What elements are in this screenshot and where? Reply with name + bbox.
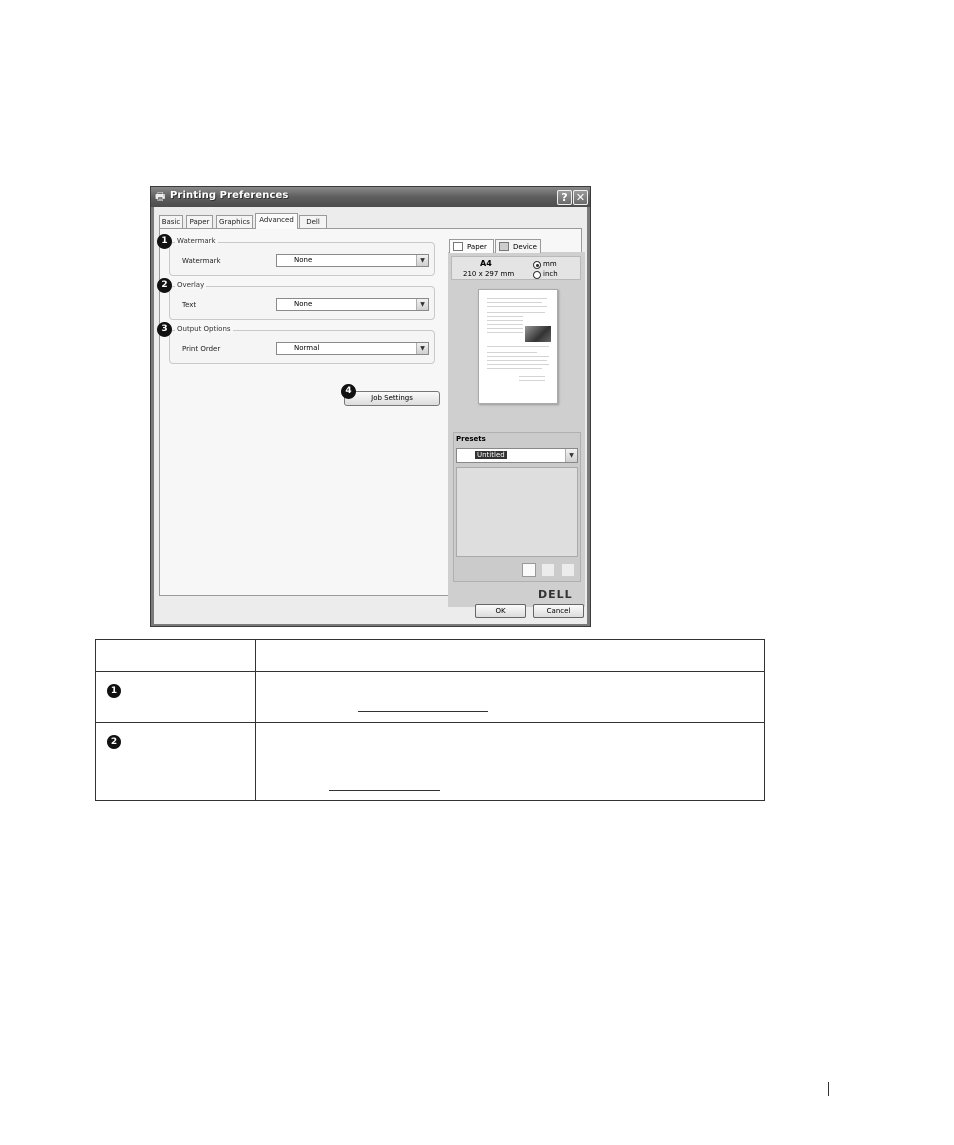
preview-line	[487, 332, 523, 333]
preview-line	[519, 376, 545, 377]
mm-radio-label: mm	[543, 260, 557, 268]
printer-device-icon	[499, 242, 509, 251]
job-settings-button[interactable]: Job Settings	[344, 391, 440, 406]
tab-device-preview[interactable]: Device	[495, 239, 541, 253]
paper-dimensions: 210 x 297 mm	[463, 270, 515, 278]
ok-button[interactable]: OK	[475, 604, 526, 618]
chevron-down-icon[interactable]: ▼	[416, 255, 428, 266]
tab-paper[interactable]: Paper	[186, 215, 213, 228]
presets-description-box	[456, 467, 578, 557]
mm-radio[interactable]	[533, 261, 541, 269]
table-column-divider	[255, 640, 256, 800]
callout-3: 3	[157, 322, 172, 337]
preview-line	[487, 352, 537, 353]
tab-advanced[interactable]: Advanced	[255, 213, 298, 229]
description-table: 1 2	[95, 639, 765, 801]
paper-info-box: A4 210 x 297 mm mm inch	[451, 256, 581, 280]
device-tab-label: Device	[513, 243, 537, 251]
table-row-divider	[96, 671, 764, 672]
watermark-select[interactable]: None ▼	[276, 254, 429, 267]
advanced-tab-panel: 1 Watermark Watermark None ▼ 2 Overlay T…	[157, 228, 585, 607]
preview-line	[487, 312, 545, 313]
watermark-group-legend: Watermark	[175, 237, 218, 245]
inch-radio[interactable]	[533, 271, 541, 279]
callout-4: 4	[341, 384, 356, 399]
save-preset-icon[interactable]	[541, 563, 555, 577]
preview-line	[487, 306, 547, 307]
print-order-select[interactable]: Normal ▼	[276, 342, 429, 355]
inch-radio-label: inch	[543, 270, 558, 278]
dialog-client-area: Basic Paper Graphics Advanced Dell 1 Wat…	[154, 207, 587, 624]
overlay-text-label: Text	[182, 301, 197, 309]
preview-line	[487, 368, 542, 369]
tab-paper-preview[interactable]: Paper	[449, 239, 494, 253]
preview-line	[487, 324, 523, 325]
watermark-group: Watermark Watermark None ▼	[169, 237, 435, 276]
dialog-title: Printing Preferences	[170, 190, 289, 201]
table-row-divider	[96, 722, 764, 723]
close-button[interactable]: ✕	[573, 190, 588, 205]
preview-line	[487, 328, 523, 329]
preview-line	[487, 298, 547, 299]
print-order-label: Print Order	[182, 345, 221, 353]
preview-line	[487, 364, 549, 365]
overlay-group: Overlay Text None ▼	[169, 281, 435, 320]
preview-line	[487, 346, 549, 347]
table-row-1-callout: 1	[107, 684, 121, 698]
paper-icon	[453, 242, 463, 251]
chevron-down-icon[interactable]: ▼	[416, 299, 428, 310]
presets-label: Presets	[456, 435, 486, 443]
tab-graphics[interactable]: Graphics	[216, 215, 253, 228]
overlay-select-value: None	[294, 300, 313, 308]
presets-select[interactable]: Untitled ▼	[456, 448, 578, 463]
link-underline[interactable]	[358, 711, 488, 712]
print-order-value: Normal	[294, 344, 320, 352]
tab-dell[interactable]: Dell	[299, 215, 327, 228]
chevron-down-icon[interactable]: ▼	[416, 343, 428, 354]
preview-line	[487, 356, 549, 357]
preview-line	[487, 320, 523, 321]
printer-icon: 🖶	[155, 190, 166, 203]
delete-preset-icon[interactable]	[561, 563, 575, 577]
page-marker	[828, 1082, 829, 1096]
paper-size: A4	[480, 259, 492, 268]
help-button[interactable]: ?	[557, 190, 572, 205]
new-preset-icon[interactable]	[522, 563, 536, 577]
preview-line	[487, 360, 547, 361]
presets-value: Untitled	[475, 451, 507, 459]
overlay-group-legend: Overlay	[175, 281, 207, 289]
presets-panel: Presets Untitled ▼	[453, 432, 581, 582]
page-preview	[478, 289, 558, 404]
callout-2: 2	[157, 278, 172, 293]
chevron-down-icon[interactable]: ▼	[565, 449, 577, 462]
preview-image	[525, 326, 551, 342]
printing-preferences-dialog: 🖶 Printing Preferences ? ✕ Basic Paper G…	[150, 186, 591, 627]
title-bar[interactable]: 🖶 Printing Preferences ? ✕	[151, 187, 590, 207]
cancel-button[interactable]: Cancel	[533, 604, 584, 618]
preview-line	[487, 316, 523, 317]
dell-logo: DELL	[538, 588, 573, 601]
callout-1: 1	[157, 234, 172, 249]
link-underline[interactable]	[329, 790, 440, 791]
watermark-label: Watermark	[182, 257, 221, 265]
tab-basic[interactable]: Basic	[159, 215, 183, 228]
table-row-2-callout: 2	[107, 735, 121, 749]
output-options-legend: Output Options	[175, 325, 233, 333]
preview-line	[519, 380, 545, 381]
output-options-group: Output Options Print Order Normal ▼	[169, 325, 435, 364]
preview-line	[487, 302, 542, 303]
overlay-text-select[interactable]: None ▼	[276, 298, 429, 311]
preview-panel: Paper Device A4 210 x 297 mm mm inch Pre…	[448, 239, 585, 607]
paper-tab-label: Paper	[467, 243, 487, 251]
watermark-select-value: None	[294, 256, 313, 264]
